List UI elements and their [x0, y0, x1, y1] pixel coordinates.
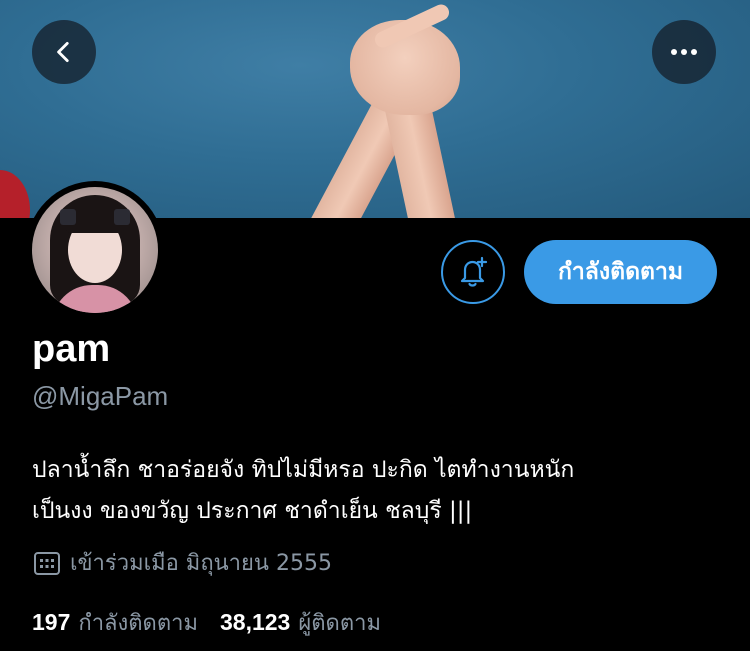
display-name: pam [32, 328, 111, 370]
avatar-image [32, 187, 158, 313]
avatar[interactable] [26, 181, 164, 319]
bio-line: เป็นงง ของขวัญ ประกาศ ชาดำเย็น ชลบุรี ||… [32, 498, 473, 524]
following-label: กำลังติดตาม [78, 611, 198, 636]
following-count: 197 [32, 609, 71, 635]
calendar-icon [34, 551, 60, 575]
back-button[interactable] [32, 20, 96, 84]
more-options-button[interactable] [652, 20, 716, 84]
following-link[interactable]: 197 กำลังติดตาม [32, 605, 198, 640]
bio: ปลาน้ำลึก ชาอร่อยจัง ทิปไม่มีหรอ ปะกิด ไ… [32, 450, 722, 532]
more-horizontal-icon [671, 49, 697, 55]
banner-red-shape [0, 170, 30, 218]
followers-label: ผู้ติดตาม [298, 611, 381, 636]
followers-count: 38,123 [220, 609, 291, 635]
joined-date: เข้าร่วมเมือ มิถุนายน 2555 [32, 545, 332, 580]
chevron-left-icon [57, 41, 69, 63]
following-button[interactable]: กำลังติดตาม [524, 240, 717, 304]
notifications-button[interactable] [441, 240, 505, 304]
bio-line: ปลาน้ำลึก ชาอร่อยจัง ทิปไม่มีหรอ ปะกิด ไ… [32, 457, 575, 483]
followers-link[interactable]: 38,123 ผู้ติดตาม [220, 605, 381, 640]
bell-plus-icon [460, 256, 488, 287]
follow-stats: 197 กำลังติดตาม 38,123 ผู้ติดตาม [32, 605, 381, 640]
joined-text: เข้าร่วมเมือ มิถุนายน 2555 [70, 551, 332, 576]
user-handle: @MigaPam [32, 381, 169, 411]
